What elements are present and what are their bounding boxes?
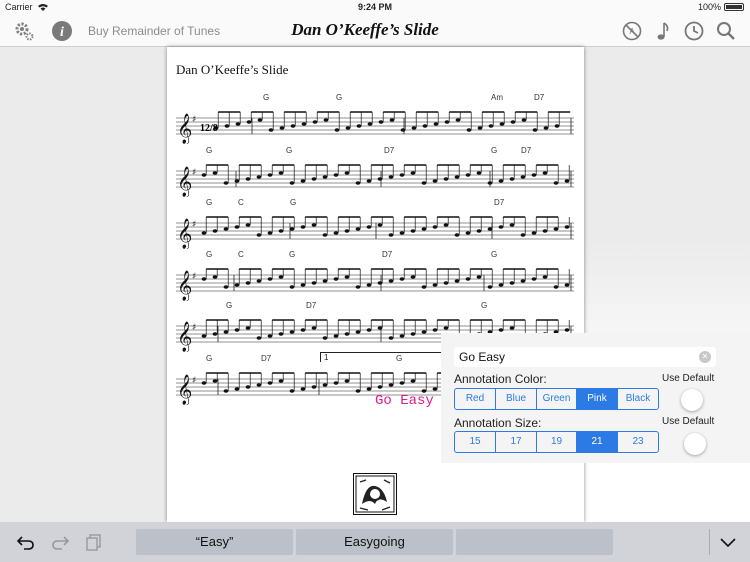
use-default-size-toggle[interactable]: [684, 433, 706, 455]
annotation-text-on-score[interactable]: Go Easy: [375, 393, 434, 409]
annotation-color-segmented-control: Red Blue Green Pink Black: [454, 388, 659, 410]
chord-symbol: G: [336, 93, 343, 102]
suggestion-1[interactable]: “Easy”: [136, 529, 293, 555]
bar-divider: [709, 529, 710, 555]
use-default-size-label: Use Default: [662, 416, 715, 427]
chord-symbol: G: [289, 250, 296, 259]
chord-symbol: G: [481, 301, 488, 310]
score-title: Dan O’Keeffe’s Slide: [176, 62, 289, 77]
color-option-blue[interactable]: Blue: [496, 389, 537, 409]
status-time: 9:24 PM: [357, 2, 392, 12]
treble-clef: 𝄞: [177, 270, 192, 301]
treble-clef: 𝄞: [177, 218, 192, 249]
size-option-23[interactable]: 23: [618, 432, 658, 452]
treble-clef: 𝄞: [177, 374, 192, 405]
size-option-17[interactable]: 17: [496, 432, 537, 452]
key-signature-sharp: ♯: [192, 323, 196, 333]
undo-icon[interactable]: [16, 532, 36, 552]
chord-symbol: G: [491, 250, 498, 259]
staff-system-4: 𝄞 ♯ G C G D7 G: [176, 250, 574, 301]
treble-clef: 𝄞: [177, 113, 192, 144]
chord-symbol: D7: [261, 354, 272, 363]
suggestion-3[interactable]: [456, 529, 613, 555]
battery-icon: [724, 3, 744, 11]
annotation-size-label: Annotation Size:: [454, 416, 542, 430]
time-signature: 12/8: [200, 123, 218, 134]
battery-percent: 100%: [697, 2, 721, 12]
treble-clef: 𝄞: [177, 166, 192, 197]
staff-notation: 𝄞 ♯ 12/8: [176, 111, 574, 144]
annotation-color-label: Annotation Color:: [454, 372, 547, 386]
top-toolbar: i Buy Remainder of Tunes Dan O’Keeffe’s …: [0, 16, 750, 47]
chord-symbol: G: [286, 146, 293, 155]
clear-text-icon[interactable]: ✕: [699, 351, 711, 363]
color-option-pink[interactable]: Pink: [577, 389, 618, 409]
key-signature-sharp: ♯: [192, 376, 196, 386]
key-signature-sharp: ♯: [192, 272, 196, 282]
chevron-down-icon[interactable]: [718, 532, 738, 552]
staff-system-1: 𝄞 ♯ 12/8 G G Am D7: [176, 93, 574, 144]
chord-symbol: G: [206, 198, 213, 207]
annotation-text-field[interactable]: ✕: [454, 347, 716, 367]
chord-symbol: D7: [384, 146, 395, 155]
chord-symbol: D7: [306, 301, 317, 310]
no-annotation-icon[interactable]: A: [621, 20, 643, 42]
staff-system-3: 𝄞 ♯ G C G D7: [176, 198, 574, 249]
search-icon[interactable]: [715, 20, 737, 42]
color-option-black[interactable]: Black: [618, 389, 658, 409]
size-option-19[interactable]: 19: [537, 432, 577, 452]
buy-remainder-button[interactable]: Buy Remainder of Tunes: [88, 24, 220, 38]
use-default-color-label: Use Default: [662, 373, 715, 384]
chord-symbol: D7: [521, 146, 532, 155]
chord-symbol: G: [491, 146, 498, 155]
chord-symbol: G: [206, 250, 213, 259]
chord-symbol: D7: [534, 93, 545, 102]
color-option-red[interactable]: Red: [455, 389, 496, 409]
publisher-logo: [353, 473, 397, 515]
use-default-color-toggle[interactable]: [681, 389, 703, 411]
clock-icon[interactable]: [683, 20, 705, 42]
annotation-size-segmented-control: 15 17 19 21 23: [454, 431, 659, 453]
chord-symbol: C: [238, 250, 244, 259]
key-signature-sharp: ♯: [192, 220, 196, 230]
chord-symbol: G: [226, 301, 233, 310]
chord-symbol: G: [206, 146, 213, 155]
chord-symbol: G: [263, 93, 270, 102]
chord-symbol: G: [206, 354, 213, 363]
color-option-green[interactable]: Green: [537, 389, 577, 409]
annotation-text-input[interactable]: [454, 347, 704, 367]
chord-symbol: Am: [491, 93, 503, 102]
staff-notation: 𝄞 ♯: [176, 216, 574, 249]
keyboard-accessory-bar: “Easy” Easygoing: [0, 522, 750, 562]
staff-notation: 𝄞 ♯: [176, 268, 574, 301]
chord-symbol: G: [290, 198, 297, 207]
info-icon[interactable]: i: [51, 20, 73, 42]
svg-text:i: i: [60, 25, 64, 40]
key-signature-sharp: ♯: [192, 168, 196, 178]
suggestion-2[interactable]: Easygoing: [296, 529, 453, 555]
status-bar: Carrier 9:24 PM 100%: [0, 0, 750, 16]
staff-system-2: 𝄞 ♯ G G D7 G D7: [176, 146, 574, 197]
size-option-21[interactable]: 21: [577, 432, 618, 452]
paste-icon[interactable]: [84, 532, 104, 552]
key-signature-sharp: ♯: [192, 115, 196, 125]
tune-title: Dan O’Keeffe’s Slide: [291, 20, 439, 39]
size-option-15[interactable]: 15: [455, 432, 496, 452]
treble-clef: 𝄞: [177, 321, 192, 352]
chord-symbol: C: [238, 198, 244, 207]
chord-symbol: D7: [494, 198, 505, 207]
chord-symbol: D7: [382, 250, 393, 259]
gear-icon[interactable]: [13, 20, 35, 42]
music-note-icon[interactable]: [652, 20, 674, 42]
svg-text:A: A: [629, 27, 635, 36]
redo-icon[interactable]: [50, 532, 70, 552]
annotation-panel: ✕ Annotation Color: Use Default Red Blue…: [441, 333, 750, 463]
staff-notation: 𝄞 ♯: [176, 164, 574, 197]
